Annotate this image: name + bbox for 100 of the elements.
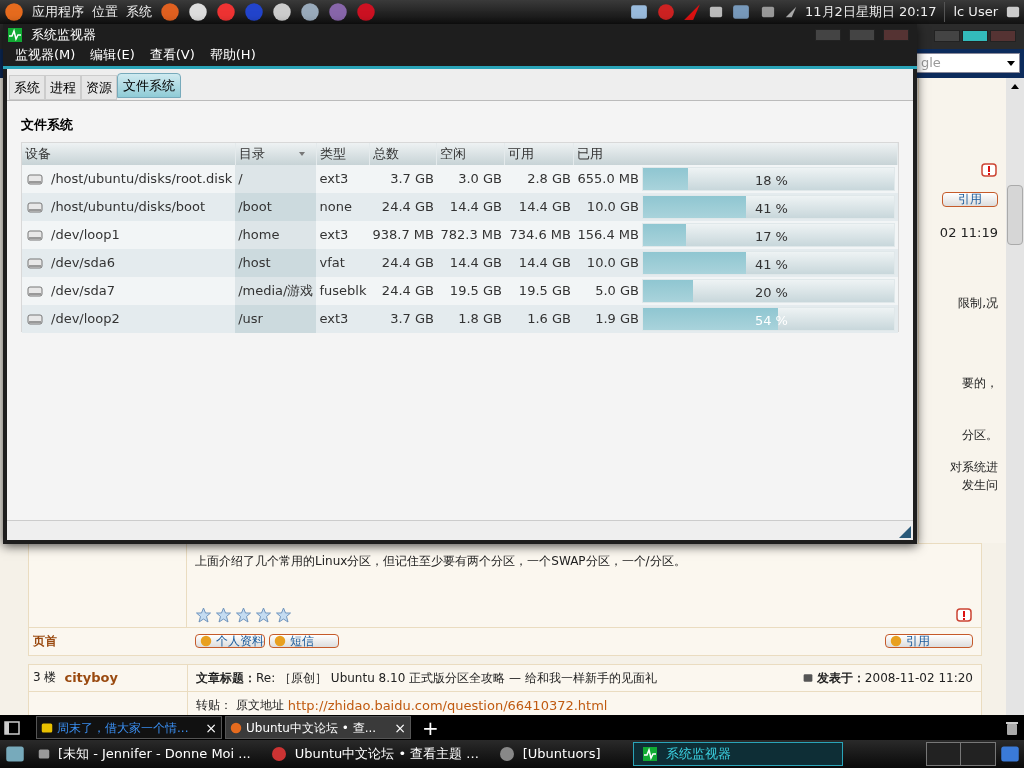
user-name[interactable]: lc User bbox=[944, 2, 998, 22]
usage-percent: 17 % bbox=[754, 227, 788, 246]
table-cell-text: 156.4 MB bbox=[576, 225, 639, 244]
post-floor: 3 楼 bbox=[33, 668, 57, 686]
usage-percent: 20 % bbox=[754, 283, 788, 302]
source-link[interactable]: http://zhidao.baidu.com/question/66410372.html bbox=[287, 695, 608, 715]
column-header[interactable]: 已用 bbox=[573, 142, 898, 165]
menu-item[interactable]: 编辑(E) bbox=[90, 45, 135, 65]
table-row[interactable]: /dev/sda7 /media/游戏 fuseblk 24.4 GB 19.5 GB 19.5 GB 5.0 GB 20 % bbox=[22, 276, 898, 305]
tab[interactable]: 系统 bbox=[9, 75, 45, 100]
table-cell: 24.4 GB bbox=[381, 254, 434, 270]
table-row[interactable]: /dev/loop2 /usr ext3 3.7 GB 1.8 GB 1.6 GB 1.9 GB 54 % bbox=[22, 304, 898, 333]
posted-label: 发表于： bbox=[816, 669, 865, 687]
post-author[interactable]: cityboy bbox=[64, 667, 118, 688]
column-header[interactable]: 空闲 bbox=[436, 142, 505, 165]
table-cell: none bbox=[319, 198, 352, 214]
browser-tab[interactable]: Ubuntu中文论坛 • 查... × bbox=[225, 716, 411, 739]
new-tab-button[interactable]: + bbox=[414, 717, 447, 738]
table-cell: / bbox=[238, 170, 243, 186]
maximize-button[interactable] bbox=[962, 30, 988, 43]
table-cell-text: /dev/sda6 bbox=[51, 253, 115, 272]
table-cell-text: /dev/loop1 bbox=[51, 225, 120, 244]
table-cell: ext3 bbox=[319, 170, 349, 186]
tab[interactable]: 资源 bbox=[81, 75, 117, 100]
taskbar-item[interactable]: 系统监视器 bbox=[632, 742, 843, 766]
star-icon[interactable] bbox=[235, 606, 252, 623]
report-icon[interactable] bbox=[980, 161, 998, 178]
quote-button[interactable]: 引用 bbox=[942, 191, 998, 207]
panel-menu[interactable]: 应用程序 bbox=[32, 2, 84, 22]
monitor-icon[interactable] bbox=[641, 746, 658, 762]
column-header[interactable]: 可用 bbox=[504, 142, 574, 165]
post-time: 02 11:19 bbox=[939, 223, 998, 242]
section-title: 文件系统 bbox=[21, 116, 74, 134]
table-cell-text: 10.0 GB bbox=[585, 253, 639, 272]
star-rating[interactable] bbox=[195, 606, 292, 623]
table-cell-text: /dev/sda7 bbox=[51, 281, 115, 300]
monitor-icon[interactable] bbox=[7, 26, 23, 43]
post-title-label: 文章标题： bbox=[196, 669, 256, 687]
report-icon[interactable] bbox=[955, 606, 973, 623]
post-text: 限制,况 bbox=[958, 295, 998, 312]
table-cell-text: /host/ubuntu/disks/boot bbox=[51, 197, 206, 216]
star-icon[interactable] bbox=[255, 606, 272, 623]
column-header[interactable]: 设备 bbox=[22, 142, 236, 165]
panel-menu[interactable]: 位置 bbox=[92, 2, 118, 22]
table-cell: ext3 bbox=[319, 226, 349, 242]
table-cell: 2.8 GB bbox=[527, 170, 571, 186]
profile-button[interactable]: 个人资料 bbox=[195, 634, 265, 648]
star-icon[interactable] bbox=[215, 606, 232, 623]
column-header[interactable]: 目录 bbox=[235, 142, 317, 165]
scrollbar-thumb[interactable] bbox=[1007, 184, 1023, 245]
star-icon[interactable] bbox=[275, 606, 292, 623]
dropdown-icon[interactable] bbox=[1007, 60, 1015, 66]
table-cell: fuseblk bbox=[319, 282, 367, 298]
table-cell: /host bbox=[238, 254, 271, 270]
posted-time: 2008-11-02 11:20 bbox=[864, 669, 973, 687]
table-cell: 3.7 GB bbox=[390, 170, 434, 186]
top-link[interactable]: 页首 bbox=[29, 632, 187, 650]
sidebar-icon[interactable] bbox=[4, 719, 20, 736]
usage-percent: 41 % bbox=[754, 199, 788, 218]
column-header[interactable]: 类型 bbox=[316, 142, 370, 165]
table-cell: 19.5 GB bbox=[518, 282, 571, 298]
tab[interactable]: 进程 bbox=[45, 75, 81, 100]
close-button[interactable]: × bbox=[205, 720, 217, 735]
panel-menu[interactable]: 系统 bbox=[126, 2, 152, 22]
workspace-switcher[interactable] bbox=[926, 742, 996, 766]
table-cell: 3.7 GB bbox=[390, 310, 434, 326]
table-cell: 14.4 GB bbox=[518, 254, 571, 270]
table-row[interactable]: /host/ubuntu/disks/boot /boot none 24.4 GB 14.4 GB 14.4 GB 10.0 GB 41 % bbox=[22, 192, 898, 221]
menu-item[interactable]: 帮助(H) bbox=[209, 45, 256, 65]
window-title: 系统监视器 bbox=[31, 25, 96, 44]
message-button[interactable]: 短信 bbox=[269, 634, 339, 648]
clock[interactable]: 11月2日星期日 20:17 bbox=[805, 2, 937, 22]
table-row[interactable]: /host/ubuntu/disks/root.disk / ext3 3.7 GB 3.0 GB 2.8 GB 655.0 MB 18 % bbox=[22, 164, 898, 193]
close-button[interactable]: × bbox=[394, 720, 406, 735]
taskbar-item[interactable]: [未知 - Jennifer - Donne Moi ... bbox=[30, 742, 259, 766]
table-cell: 14.4 GB bbox=[449, 198, 502, 214]
sort-icon[interactable] bbox=[298, 151, 305, 156]
menu-item[interactable]: 查看(V) bbox=[149, 45, 195, 65]
post-text: 要的， bbox=[962, 375, 998, 392]
quote-button[interactable]: 引用 bbox=[885, 634, 973, 648]
usage-percent: 18 % bbox=[754, 171, 788, 190]
resize-grip-icon[interactable] bbox=[899, 526, 911, 538]
taskbar-item[interactable]: [Ubuntuors] bbox=[490, 742, 609, 766]
taskbar-item[interactable]: Ubuntu中文论坛 • 查看主题 ... bbox=[262, 742, 487, 766]
scrollbar[interactable] bbox=[1006, 77, 1024, 715]
table-row[interactable]: /dev/sda6 /host vfat 24.4 GB 14.4 GB 14.4 GB 10.0 GB 41 % bbox=[22, 248, 898, 277]
browser-tab[interactable]: 周末了，借大家一个情... × bbox=[36, 716, 222, 739]
table-cell-text: 5.0 GB bbox=[594, 281, 639, 300]
star-icon[interactable] bbox=[195, 606, 212, 623]
table-row[interactable]: /dev/loop1 /home ext3 938.7 MB 782.3 MB 734.6 MB 156.4 MB 17 % bbox=[22, 220, 898, 249]
scroll-up-icon[interactable] bbox=[1011, 83, 1019, 89]
table-cell: /boot bbox=[238, 198, 272, 214]
post-text: 转贴： 原文地址 bbox=[196, 696, 284, 714]
post-title: Re: ［原创］ Ubuntu 8.10 正式版分区全攻略 — 给和我一样新手的见面礼 bbox=[256, 669, 657, 687]
column-header[interactable]: 总数 bbox=[369, 142, 437, 165]
table-cell: 14.4 GB bbox=[518, 198, 571, 214]
menu-item[interactable]: 监视器(M) bbox=[15, 45, 76, 65]
post-text: 对系统进 bbox=[950, 459, 998, 476]
tab[interactable]: 文件系统 bbox=[117, 73, 181, 98]
table-cell: /usr bbox=[238, 310, 263, 326]
